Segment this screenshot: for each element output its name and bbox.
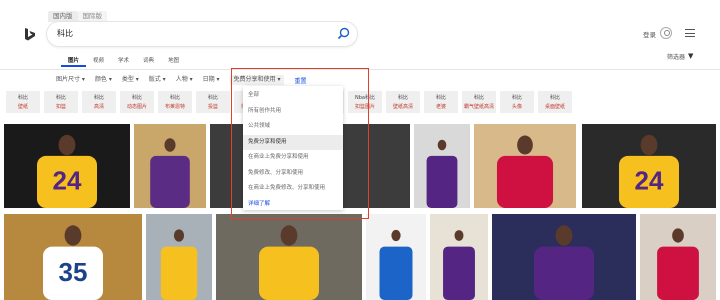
image-result-kobe-24-yellow-jersey[interactable]: 24 — [4, 124, 130, 208]
chip-sublabel: 扣篮图片 — [354, 104, 375, 110]
chip-sublabel: 壁纸 — [17, 104, 28, 110]
chip-label: 科比 — [17, 95, 28, 101]
hamburger-menu-icon[interactable] — [685, 29, 695, 37]
image-result-kobe-purple-standing[interactable] — [430, 214, 488, 300]
image-result-durant-35-warriors[interactable]: 35 — [4, 214, 142, 300]
header-divider — [0, 69, 720, 70]
region-tab-international[interactable]: 国际版 — [77, 11, 107, 22]
facet-license[interactable]: 免费分享和使用 ▾ — [229, 75, 285, 85]
avatar-icon[interactable] — [660, 27, 672, 39]
facet-type[interactable]: 类型 ▾ — [122, 75, 139, 85]
chip-sublabel: 老婆 — [435, 104, 446, 110]
related-chip[interactable]: 科比 老婆 — [424, 91, 458, 113]
login-link[interactable]: 登录 — [643, 29, 656, 39]
facet-reset-link[interactable]: 重置 — [294, 76, 306, 85]
image-result-kobe-court-shot[interactable] — [134, 124, 206, 208]
related-chip[interactable]: 科比 扣篮 — [44, 91, 78, 113]
related-chip[interactable]: 科比 桌面壁纸 — [538, 91, 572, 113]
jersey-number: 35 — [59, 257, 88, 287]
chip-label: 科比 — [511, 95, 522, 101]
license-option[interactable]: 所有创作共用 — [243, 104, 343, 120]
jersey-number: 24 — [635, 166, 664, 196]
facet-color[interactable]: 颜色 ▾ — [95, 75, 112, 85]
chip-label: 科比 — [169, 95, 180, 101]
facet-date[interactable]: 日期 ▾ — [203, 75, 220, 85]
related-chip[interactable]: 科比 壁纸高清 — [386, 91, 420, 113]
image-result-kobe-purple-crowd[interactable] — [492, 214, 636, 300]
learn-more-link[interactable]: 详细了解 — [243, 197, 343, 213]
chip-label: Nba科比 — [355, 95, 375, 101]
chip-label: 科比 — [131, 95, 142, 101]
image-result-player-blue-jersey[interactable] — [366, 214, 426, 300]
related-chip[interactable]: 科比 霸气壁纸高清 — [462, 91, 496, 113]
license-option[interactable]: 免费修改、分享和使用 — [243, 166, 343, 182]
image-result-kobe-vs-bulls[interactable] — [474, 124, 576, 208]
license-option[interactable]: 在商业上免费修改、分享和使用 — [243, 181, 343, 197]
chip-label: 科比 — [549, 95, 560, 101]
related-chip[interactable]: 科比 头像 — [500, 91, 534, 113]
search-input[interactable]: 科比 — [57, 28, 73, 39]
nav-item-all[interactable] — [47, 55, 61, 67]
vertical-nav: 图片 视频 学术 词典 地图 — [47, 55, 186, 67]
related-chip[interactable]: Nba科比扣篮图片 — [348, 91, 382, 113]
nav-item-videos[interactable]: 视频 — [86, 55, 111, 67]
related-chip[interactable]: 科比 布莱恩特 — [158, 91, 192, 113]
bing-logo-icon[interactable] — [24, 28, 36, 41]
jersey-number: 24 — [53, 166, 82, 196]
chip-label: 科比 — [55, 95, 66, 101]
facet-bar: 图片尺寸 ▾ 颜色 ▾ 类型 ▾ 版式 ▾ 人物 ▾ 日期 ▾ 免费分享和使用 … — [56, 75, 306, 85]
chip-label: 科比 — [93, 95, 104, 101]
jersey-number: 24 — [434, 177, 450, 193]
facet-image-size[interactable]: 图片尺寸 ▾ — [56, 75, 85, 85]
chip-sublabel: 投篮 — [207, 104, 218, 110]
image-result-kobe-24-wallpaper[interactable]: 24 — [582, 124, 716, 208]
chip-label: 科比 — [397, 95, 408, 101]
chip-sublabel: 高清 — [93, 104, 104, 110]
chip-sublabel: 壁纸高清 — [392, 104, 413, 110]
chip-sublabel: 扣篮 — [55, 104, 66, 110]
search-box[interactable]: 科比 — [47, 22, 357, 46]
license-option[interactable]: 全部 — [243, 88, 343, 104]
related-chip[interactable]: 科比 高清 — [82, 91, 116, 113]
image-result-kobe-jump-shot[interactable] — [146, 214, 212, 300]
chip-label: 科比 — [207, 95, 218, 101]
chip-sublabel: 布莱恩特 — [164, 104, 185, 110]
chip-sublabel: 头像 — [511, 104, 522, 110]
license-dropdown: 全部 所有创作共用 公共领域 免费分享和使用 在商业上免费分享和使用 免费修改、… — [243, 86, 343, 210]
chip-label: 科比 — [473, 95, 484, 101]
chip-sublabel: 桌面壁纸 — [544, 104, 565, 110]
image-result-kobe-24-purple-dribble[interactable]: 24 — [414, 124, 470, 208]
facet-people[interactable]: 人物 ▾ — [176, 75, 193, 85]
region-tabs: 国内版 国际版 — [48, 11, 107, 22]
chip-sublabel: 霸气壁纸高清 — [463, 104, 494, 110]
related-chip[interactable]: 科比 动态图片 — [120, 91, 154, 113]
image-result-kobe-on-court-game[interactable] — [216, 214, 362, 300]
nav-item-academic[interactable]: 学术 — [111, 55, 136, 67]
search-icon[interactable] — [337, 27, 350, 40]
facet-layout[interactable]: 版式 ▾ — [149, 75, 166, 85]
filter-toggle[interactable]: 筛选器 — [667, 52, 685, 61]
chip-label: 科比 — [435, 95, 446, 101]
nav-item-dictionary[interactable]: 词典 — [136, 55, 161, 67]
license-option[interactable]: 在商业上免费分享和使用 — [243, 150, 343, 166]
license-option[interactable]: 公共领域 — [243, 119, 343, 135]
filter-funnel-icon[interactable]: ▼ — [688, 52, 693, 60]
license-option-selected[interactable]: 免费分享和使用 — [243, 134, 343, 150]
chip-sublabel: 动态图片 — [126, 104, 147, 110]
related-chip[interactable]: 科比 壁纸 — [6, 91, 40, 113]
related-chip[interactable]: 科比 投篮 — [196, 91, 230, 113]
image-result-jordan-red-dunk[interactable] — [640, 214, 716, 300]
nav-item-images[interactable]: 图片 — [61, 55, 87, 67]
region-tab-domestic[interactable]: 国内版 — [48, 11, 78, 22]
nav-item-maps[interactable]: 地图 — [161, 55, 186, 67]
